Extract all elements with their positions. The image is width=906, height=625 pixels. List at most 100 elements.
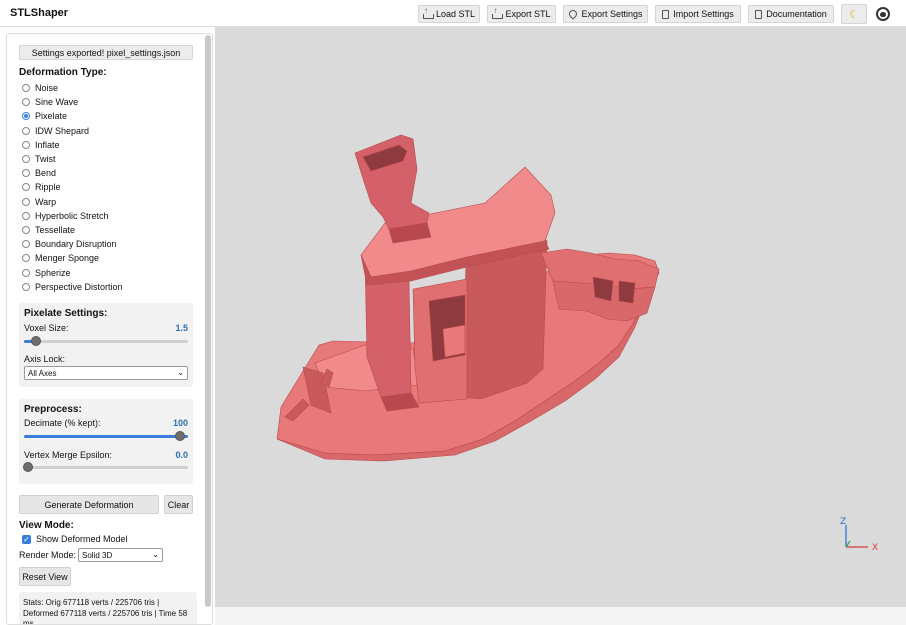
radio-button[interactable] — [22, 211, 30, 220]
voxel-size-value: 1.5 — [175, 323, 188, 333]
deformation-option-label: Bend — [35, 168, 57, 179]
radio-button[interactable] — [22, 84, 30, 93]
file-icon — [662, 9, 670, 19]
deformation-option-bend[interactable]: Bend — [22, 166, 123, 180]
deformation-option-pixelate[interactable]: Pixelate — [22, 109, 123, 123]
radio-button[interactable] — [22, 197, 30, 206]
decimate-slider[interactable] — [24, 431, 188, 441]
deformation-option-sine-wave[interactable]: Sine Wave — [22, 95, 123, 109]
export-stl-button[interactable]: Export STL — [487, 5, 556, 23]
radio-button[interactable] — [22, 183, 30, 192]
deformation-option-label: IDW Shepard — [35, 125, 90, 136]
export-stl-label: Export STL — [505, 9, 551, 19]
reset-view-button[interactable]: Reset View — [19, 567, 71, 586]
app-title: STLShaper — [10, 7, 69, 19]
radio-button[interactable] — [22, 140, 30, 149]
preprocess-title: Preprocess: — [24, 404, 82, 415]
deformation-option-label: Noise — [35, 83, 59, 94]
epsilon-value: 0.0 — [175, 450, 188, 460]
radio-button[interactable] — [22, 112, 30, 121]
deformation-option-label: Boundary Disruption — [35, 239, 117, 250]
axis-lock-value: All Axes — [28, 368, 57, 378]
deformation-option-noise[interactable]: Noise — [22, 81, 123, 95]
deformation-option-idw-shepard[interactable]: IDW Shepard — [22, 124, 123, 138]
view-mode-heading: View Mode: — [19, 520, 74, 531]
decimate-label: Decimate (% kept): — [24, 418, 101, 428]
upload-icon — [422, 6, 434, 19]
deformation-option-twist[interactable]: Twist — [22, 152, 123, 166]
deformation-option-hyperbolic-stretch[interactable]: Hyperbolic Stretch — [22, 209, 123, 223]
show-deformed-row[interactable]: ✓ Show Deformed Model — [22, 534, 128, 544]
voxel-size-thumb[interactable] — [30, 336, 41, 346]
3d-viewport[interactable] — [215, 27, 906, 607]
documentation-label: Documentation — [766, 9, 827, 19]
panel-scrollbar[interactable] — [205, 35, 211, 607]
epsilon-slider[interactable] — [23, 462, 188, 472]
deformation-option-label: Perspective Distortion — [35, 281, 123, 292]
show-deformed-label: Show Deformed Model — [36, 534, 128, 544]
radio-button[interactable] — [22, 98, 30, 107]
radio-button[interactable] — [22, 268, 30, 277]
x-axis-label: X — [872, 543, 878, 553]
deformation-option-label: Tessellate — [35, 224, 76, 235]
radio-button[interactable] — [22, 126, 30, 135]
deformation-option-menger-sponge[interactable]: Menger Sponge — [22, 251, 123, 265]
render-mode-select[interactable]: Solid 3D ⌄ — [78, 548, 163, 562]
radio-button[interactable] — [22, 155, 30, 164]
axis-lock-label: Axis Lock: — [24, 354, 66, 364]
import-settings-button[interactable]: Import Settings — [655, 5, 741, 23]
import-settings-label: Import Settings — [673, 9, 734, 19]
generate-deformation-button[interactable]: Generate Deformation — [19, 495, 159, 514]
axis-gizmo: Z X — [840, 517, 878, 553]
deformation-option-boundary-disruption[interactable]: Boundary Disruption — [22, 237, 123, 251]
show-deformed-checkbox[interactable]: ✓ — [22, 534, 31, 544]
moon-icon: ☾ — [849, 8, 859, 21]
decimate-thumb[interactable] — [175, 431, 185, 441]
viewport-footer — [215, 607, 906, 625]
github-icon[interactable] — [876, 7, 890, 21]
load-stl-label: Load STL — [435, 9, 476, 19]
voxel-size-label: Voxel Size: — [24, 323, 69, 333]
deformation-option-label: Hyperbolic Stretch — [35, 210, 109, 221]
control-panel: Settings exported! pixel_settings.json D… — [6, 33, 213, 625]
deformation-option-label: Twist — [35, 154, 56, 165]
chevron-down-icon: ⌄ — [152, 550, 159, 559]
axis-lock-select[interactable]: All Axes ⌄ — [24, 366, 188, 380]
top-bar: STLShaper Load STL Export STL Export Set… — [0, 0, 906, 27]
radio-button[interactable] — [22, 169, 30, 178]
z-axis-label: Z — [840, 517, 846, 527]
radio-button[interactable] — [22, 282, 30, 291]
deformation-option-label: Pixelate — [35, 111, 68, 122]
deformation-option-label: Menger Sponge — [35, 253, 100, 264]
pin-icon — [568, 10, 577, 19]
deformation-option-label: Warp — [35, 196, 57, 207]
epsilon-thumb[interactable] — [23, 462, 33, 472]
deformation-option-perspective-distortion[interactable]: Perspective Distortion — [22, 280, 123, 294]
radio-button[interactable] — [22, 225, 30, 234]
preprocess-box: Preprocess: Decimate (% kept): 100 Verte… — [19, 399, 193, 484]
deformation-option-spherize[interactable]: Spherize — [22, 265, 123, 279]
deformation-option-warp[interactable]: Warp — [22, 195, 123, 209]
deformation-type-heading: Deformation Type: — [19, 67, 107, 78]
deformation-option-label: Inflate — [35, 139, 60, 150]
deformation-option-tessellate[interactable]: Tessellate — [22, 223, 123, 237]
radio-button[interactable] — [22, 240, 30, 249]
stats-text: Stats: Orig 677118 verts / 225706 tris |… — [19, 592, 197, 624]
deformation-option-ripple[interactable]: Ripple — [22, 180, 123, 194]
deformation-option-inflate[interactable]: Inflate — [22, 138, 123, 152]
load-stl-button[interactable]: Load STL — [418, 5, 480, 23]
deformation-option-label: Sine Wave — [35, 97, 79, 108]
voxel-size-slider[interactable] — [24, 336, 188, 346]
decimate-value: 100 — [172, 418, 188, 428]
clear-button[interactable]: Clear — [164, 495, 193, 514]
documentation-button[interactable]: Documentation — [748, 5, 834, 23]
radio-button[interactable] — [22, 254, 30, 263]
pixelate-settings-title: Pixelate Settings: — [24, 308, 108, 319]
theme-toggle-button[interactable]: ☾ — [841, 4, 867, 24]
render-mode-value: Solid 3D — [82, 550, 113, 560]
export-settings-button[interactable]: Export Settings — [563, 5, 648, 23]
chevron-down-icon: ⌄ — [177, 368, 184, 377]
decimate-fill — [24, 435, 188, 438]
deformation-option-label: Ripple — [35, 182, 61, 193]
deformation-type-list: Noise Sine Wave Pixelate IDW Shepard Inflate… — [22, 81, 123, 294]
